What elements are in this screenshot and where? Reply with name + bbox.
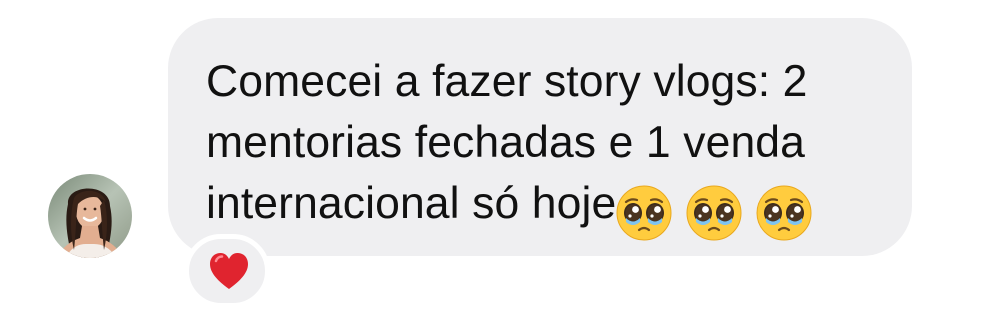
message-line-3: internacional só hoje: [206, 179, 617, 228]
reaction-pill[interactable]: [184, 234, 270, 308]
pleading-face-emoji: [686, 185, 742, 241]
message-line-2: mentorias fechadas e 1 venda: [206, 118, 805, 167]
message-line-1: Comecei a fazer story vlogs: 2: [206, 57, 808, 106]
pleading-face-emoji: [616, 185, 672, 241]
emoji-group: [616, 185, 812, 243]
sender-avatar[interactable]: [48, 174, 132, 258]
avatar-photo: [48, 174, 132, 258]
pleading-face-emoji: [756, 185, 812, 241]
message-text: Comecei a fazer story vlogs: 2 mentorias …: [206, 51, 896, 243]
red-heart-icon: [210, 253, 248, 289]
dm-message-screen: Comecei a fazer story vlogs: 2 mentorias …: [0, 0, 1008, 312]
